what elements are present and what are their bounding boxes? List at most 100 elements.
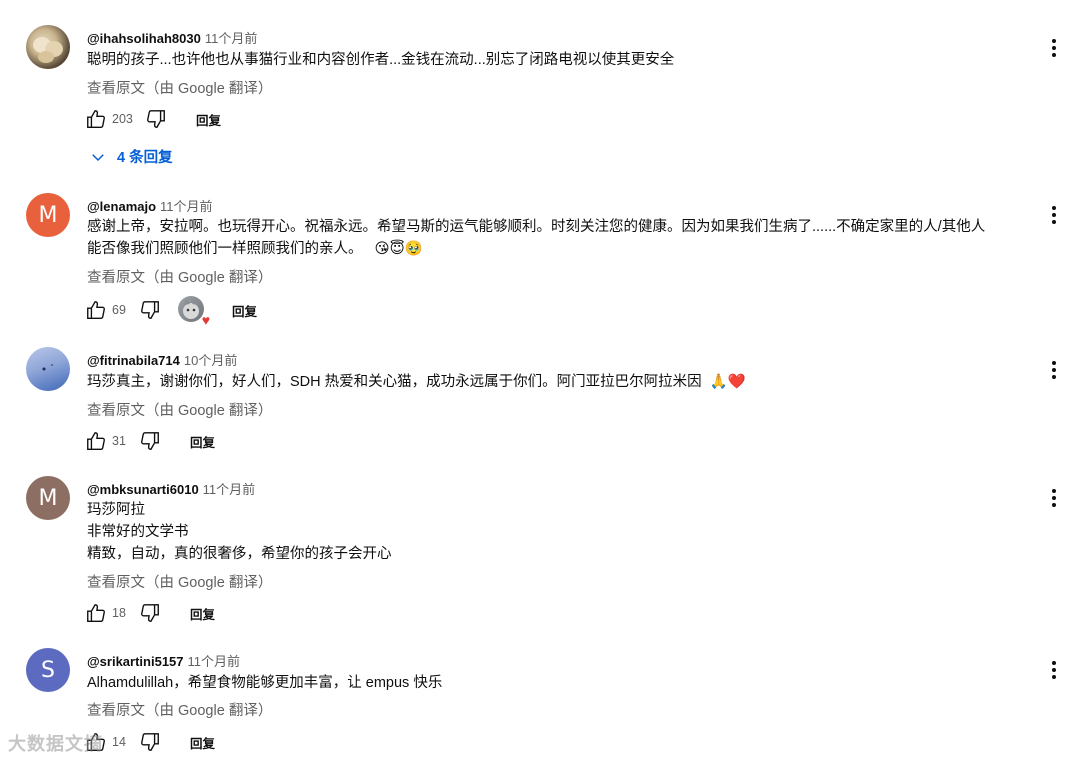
creator-avatar — [178, 296, 204, 322]
sky-image-icon — [42, 364, 53, 371]
see-original-link[interactable]: 查看原文（由 Google 翻译） — [87, 77, 272, 98]
dislike-button[interactable] — [138, 730, 162, 754]
thumb-down-icon — [141, 733, 159, 751]
thumb-up-icon — [87, 301, 105, 319]
avatar[interactable] — [26, 25, 70, 69]
dislike-button[interactable] — [138, 429, 162, 453]
see-original-link[interactable]: 查看原文（由 Google 翻译） — [87, 571, 272, 592]
comment-line: 精致，自动，真的很奢侈，希望你的孩子会开心 — [87, 546, 392, 562]
author-name[interactable]: @fitrinabila714 — [87, 353, 180, 368]
view-replies-button[interactable]: 4 条回复 — [89, 146, 173, 167]
emoji-pray: 🙏 — [709, 374, 728, 390]
like-count: 31 — [112, 434, 126, 448]
comment-text: Alhamdulillah，希望食物能够更加丰富，让 empus 快乐 — [87, 672, 1032, 694]
comment-time[interactable]: 11个月前 — [160, 199, 213, 214]
more-actions-button[interactable] — [1042, 486, 1066, 510]
more-actions-button[interactable] — [1042, 203, 1066, 227]
comment-time[interactable]: 11个月前 — [203, 482, 256, 497]
creator-heart-badge: ♥ — [178, 296, 210, 327]
like-count: 14 — [112, 735, 126, 749]
author-name[interactable]: @ihahsolihah8030 — [87, 31, 201, 46]
avatar[interactable] — [26, 347, 70, 391]
watermark: 大数据文摘 — [8, 734, 103, 754]
avatar-letter: M — [38, 485, 58, 511]
comment-actions: 69 ♥ 回复 — [84, 296, 257, 327]
comment-actions: 203 回复 — [84, 107, 221, 131]
reply-button[interactable]: 回复 — [190, 604, 215, 623]
cat-face-icon — [183, 299, 199, 319]
see-original-link[interactable]: 查看原文（由 Google 翻译） — [87, 399, 272, 420]
reply-button[interactable]: 回复 — [232, 301, 257, 320]
comment-line: 非常好的文学书 — [87, 524, 189, 540]
comment-line: 玛莎真主，谢谢你们，好人们，SDH 热爱和关心猫，成功永远属于你们。阿门亚拉巴尔… — [87, 371, 1032, 393]
comment-actions: 18 回复 — [84, 601, 215, 625]
thumb-up-icon — [87, 604, 105, 622]
author-name[interactable]: @srikartini5157 — [87, 654, 184, 669]
comment-line-text: 玛莎真主，谢谢你们，好人们，SDH 热爱和关心猫，成功永远属于你们。阿门亚拉巴尔… — [87, 374, 702, 390]
comment-header: @fitrinabila714 10个月前 — [87, 350, 237, 369]
comment-actions: 31 回复 — [84, 429, 215, 453]
emoji-heart: ❤️ — [727, 374, 746, 390]
comment-text: 玛莎真主，谢谢你们，好人们，SDH 热爱和关心猫，成功永远属于你们。阿门亚拉巴尔… — [87, 371, 1032, 393]
emoji-tearful: 🥹 — [404, 241, 423, 257]
comment-header: @mbksunarti6010 11个月前 — [87, 479, 255, 498]
author-name[interactable]: @lenamajo — [87, 199, 156, 214]
reply-button[interactable]: 回复 — [196, 110, 221, 129]
comment-header: @ihahsolihah8030 11个月前 — [87, 28, 257, 47]
chevron-down-icon — [92, 153, 104, 161]
thumb-up-icon — [87, 432, 105, 450]
author-name[interactable]: @mbksunarti6010 — [87, 482, 199, 497]
comment-header: @lenamajo 11个月前 — [87, 196, 213, 215]
comment-line: 玛莎阿拉 — [87, 502, 145, 518]
thumb-down-icon — [141, 301, 159, 319]
comment-text: 聪明的孩子...也许他也从事猫行业和内容创作者...金钱在流动...别忘了闭路电… — [87, 49, 1032, 71]
dislike-button[interactable] — [138, 601, 162, 625]
thumb-down-icon — [141, 604, 159, 622]
comment-text: 感谢上帝，安拉啊。也玩得开心。祝福永远。希望马斯的运气能够顺利。时刻关注您的健康… — [87, 216, 1032, 260]
avatar-letter: S — [41, 657, 55, 683]
like-button[interactable] — [84, 601, 108, 625]
like-button[interactable] — [84, 298, 108, 322]
emoji-kiss: 😘 — [374, 241, 390, 257]
emoji-halo: 😇 — [389, 241, 405, 257]
comment-line: Alhamdulillah，希望食物能够更加丰富，让 empus 快乐 — [87, 675, 443, 691]
more-actions-button[interactable] — [1042, 36, 1066, 60]
dislike-button[interactable] — [144, 107, 168, 131]
comment-header: @srikartini5157 11个月前 — [87, 651, 240, 670]
comment-time[interactable]: 11个月前 — [188, 654, 241, 669]
comment-time[interactable]: 10个月前 — [184, 353, 237, 368]
thumb-down-icon — [141, 432, 159, 450]
more-vert-icon — [1052, 489, 1056, 507]
comment-line: 能否像我们照顾他们一样照顾我们的亲人。 😘😇🥹 — [87, 238, 1032, 260]
avatar[interactable]: S — [26, 648, 70, 692]
comment-line: 聪明的孩子...也许他也从事猫行业和内容创作者...金钱在流动...别忘了闭路电… — [87, 52, 675, 68]
avatar-image-icon — [33, 37, 63, 63]
comment-text: 玛莎阿拉 非常好的文学书 精致，自动，真的很奢侈，希望你的孩子会开心 — [87, 499, 1032, 565]
comment-line-text: 能否像我们照顾他们一样照顾我们的亲人。 — [87, 241, 363, 257]
replies-count-label: 4 条回复 — [117, 150, 173, 166]
like-count: 69 — [112, 303, 126, 317]
thumb-up-icon — [87, 110, 105, 128]
more-actions-button[interactable] — [1042, 358, 1066, 382]
reply-button[interactable]: 回复 — [190, 432, 215, 451]
comment-actions: 14 回复 — [84, 730, 215, 754]
more-actions-button[interactable] — [1042, 658, 1066, 682]
more-vert-icon — [1052, 206, 1056, 224]
avatar[interactable]: M — [26, 193, 70, 237]
more-vert-icon — [1052, 39, 1056, 57]
comment-line: 感谢上帝，安拉啊。也玩得开心。祝福永远。希望马斯的运气能够顺利。时刻关注您的健康… — [87, 219, 986, 235]
like-count: 18 — [112, 606, 126, 620]
like-button[interactable] — [84, 107, 108, 131]
reply-button[interactable]: 回复 — [190, 733, 215, 752]
avatar[interactable]: M — [26, 476, 70, 520]
dislike-button[interactable] — [138, 298, 162, 322]
like-count: 203 — [112, 112, 133, 126]
like-button[interactable] — [84, 429, 108, 453]
heart-icon: ♥ — [201, 312, 210, 328]
see-original-link[interactable]: 查看原文（由 Google 翻译） — [87, 266, 272, 287]
thumb-down-icon — [147, 110, 165, 128]
see-original-link[interactable]: 查看原文（由 Google 翻译） — [87, 699, 272, 720]
comment-time[interactable]: 11个月前 — [205, 31, 258, 46]
more-vert-icon — [1052, 361, 1056, 379]
more-vert-icon — [1052, 661, 1056, 679]
